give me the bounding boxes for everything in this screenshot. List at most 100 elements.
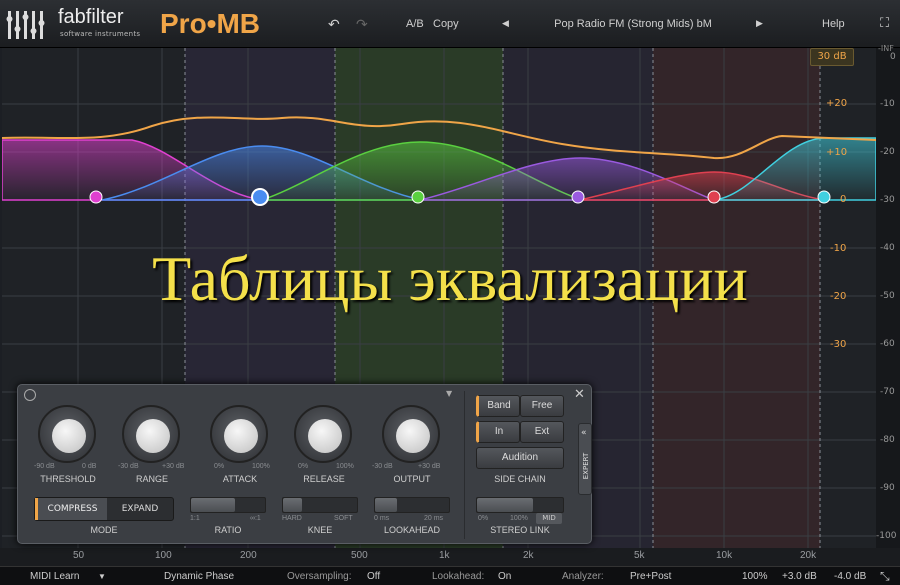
range-knob[interactable] [122, 405, 180, 463]
stereo-link-slider[interactable] [476, 497, 564, 513]
level-30: -30 [880, 195, 895, 205]
mode-compress-button[interactable]: COMPRESS [35, 498, 107, 520]
zoom-level[interactable]: 100% [742, 571, 768, 582]
mode-label: MODE [90, 525, 118, 535]
output-min: -30 dB [372, 463, 393, 470]
level-10: -10 [880, 99, 895, 109]
stereo-min: 0% [478, 515, 489, 522]
gain-scale-20: +20 [826, 98, 848, 109]
help-button[interactable]: Help [822, 18, 845, 30]
redo-icon[interactable]: ↷ [356, 16, 368, 33]
level-0: 0 [890, 52, 896, 62]
ext-button[interactable]: Ext [520, 421, 564, 443]
attack-label: ATTACK [222, 474, 258, 484]
prev-preset-icon[interactable]: ◀ [502, 18, 509, 29]
freq-2k: 2k [523, 550, 534, 561]
gain-scale-m30: -30 [830, 339, 847, 350]
release-label: RELEASE [303, 474, 345, 484]
attack-knob[interactable] [210, 405, 268, 463]
stereo-mid-button[interactable]: MID [536, 513, 562, 524]
lookahead-min: 0 ms [374, 515, 390, 522]
lookahead-label: LOOKAHEAD [383, 525, 441, 535]
analyzer-label: Analyzer: [562, 571, 604, 582]
freq-50: 50 [73, 550, 85, 561]
frequency-axis: 50 100 200 500 1k 2k 5k 10k 20k [0, 548, 900, 566]
status-bar: MIDI Learn ▼ Dynamic Phase Oversampling:… [0, 566, 900, 585]
freq-1k: 1k [439, 550, 450, 561]
band-handle-4 [571, 190, 585, 204]
undo-icon[interactable]: ↶ [328, 16, 340, 33]
freq-20k: 20k [800, 550, 817, 561]
attack-min: 0% [214, 463, 225, 470]
free-button[interactable]: Free [520, 395, 564, 417]
band-control-panel: ▼ ✕ -90 dB 0 dB THRESHOLD -30 dB +30 dB … [17, 384, 592, 544]
product-name: Pro•MB [160, 8, 261, 39]
oversampling-value[interactable]: Off [367, 571, 380, 582]
band-handle-2 [251, 188, 269, 206]
level-90: -90 [880, 483, 895, 493]
level-70: -70 [880, 387, 895, 397]
copy-button[interactable]: Copy [433, 18, 459, 30]
freq-100: 100 [155, 550, 172, 561]
midi-dropdown-icon[interactable]: ▼ [98, 572, 106, 581]
expert-label: EXPERT [582, 452, 590, 480]
brand-subtitle: software instruments [60, 30, 141, 38]
threshold-knob[interactable] [38, 405, 96, 463]
band-handle-6 [817, 190, 831, 204]
knee-max: SOFT [334, 515, 353, 522]
expert-tab[interactable]: « EXPERT [578, 423, 592, 495]
panel-menu-icon[interactable]: ▼ [446, 389, 452, 398]
mode-switch: COMPRESS EXPAND [34, 497, 174, 521]
range-button[interactable]: 30 dB [810, 48, 854, 66]
resize-icon[interactable]: ⤡ [880, 569, 890, 584]
close-icon[interactable]: ✕ [574, 387, 585, 402]
release-max: 100% [336, 463, 354, 470]
release-knob[interactable] [294, 405, 352, 463]
lookahead-max: 20 ms [424, 515, 444, 522]
band-button[interactable]: Band [476, 395, 520, 417]
freq-500: 500 [351, 550, 368, 561]
ratio-label: RATIO [214, 525, 242, 535]
lookahead-slider[interactable] [374, 497, 450, 513]
attack-max: 100% [252, 463, 270, 470]
in-button[interactable]: In [476, 421, 520, 443]
next-preset-icon[interactable]: ▶ [756, 18, 763, 29]
ratio-slider[interactable] [190, 497, 266, 513]
fabfilter-logo-icon [6, 11, 45, 39]
mode-expand-button[interactable]: EXPAND [107, 498, 173, 520]
knee-min: HARD [282, 515, 302, 522]
level-100: -100 [876, 531, 897, 541]
threshold-max: 0 dB [82, 463, 97, 470]
threshold-label: THRESHOLD [40, 474, 96, 484]
side-chain-label: SIDE CHAIN [494, 474, 546, 484]
stereo-link-label: STEREO LINK [490, 525, 550, 535]
preset-name[interactable]: Pop Radio FM (Strong Mids) bM [540, 18, 726, 30]
lookahead-status-value[interactable]: On [498, 571, 511, 582]
knee-label: KNEE [307, 525, 333, 535]
output-knob[interactable] [382, 405, 440, 463]
freq-5k: 5k [634, 550, 645, 561]
ab-button[interactable]: A/B [406, 18, 424, 30]
lookahead-status-label: Lookahead: [432, 571, 485, 582]
phase-mode[interactable]: Dynamic Phase [164, 571, 234, 582]
power-icon[interactable] [24, 389, 36, 401]
range-label: RANGE [135, 474, 168, 484]
midi-learn-button[interactable]: MIDI Learn [30, 571, 79, 582]
level-80: -80 [880, 435, 895, 445]
output-max: +30 dB [418, 463, 441, 470]
header-bar: fabfilter software instruments Pro•MB ↶ … [0, 0, 900, 48]
knee-slider[interactable] [282, 497, 358, 513]
band-handle-5 [707, 190, 721, 204]
fullscreen-icon[interactable]: ⛶ [880, 15, 889, 31]
audition-button[interactable]: Audition [476, 447, 564, 469]
analyzer-value[interactable]: Pre+Post [630, 571, 671, 582]
oversampling-label: Oversampling: [287, 571, 352, 582]
range-max: +30 dB [162, 463, 185, 470]
band-handle-1 [89, 190, 103, 204]
ratio-min: 1:1 [190, 515, 200, 522]
gain-readout-2[interactable]: -4.0 dB [834, 571, 866, 582]
gain-scale-0: 0 [840, 194, 847, 205]
threshold-min: -90 dB [34, 463, 55, 470]
gain-readout-1[interactable]: +3.0 dB [782, 571, 817, 582]
ratio-max: ∞:1 [250, 515, 261, 522]
